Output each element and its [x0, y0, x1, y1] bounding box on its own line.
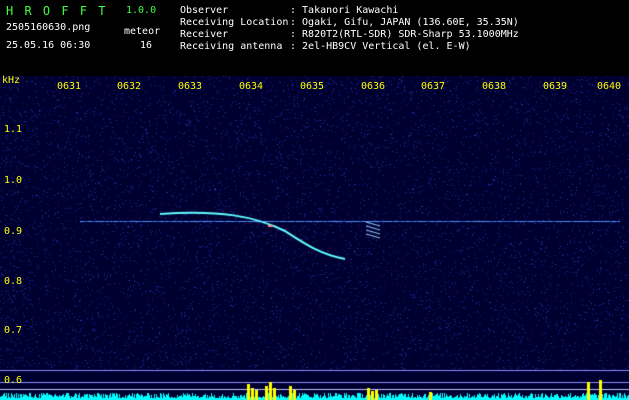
- spectrogram-plot: [0, 76, 629, 400]
- x-tick-label: 0634: [239, 81, 264, 92]
- y-tick-label: 0.8: [4, 276, 23, 287]
- location-value: : Ogaki, Gifu, JAPAN (136.60E, 35.35N): [290, 17, 519, 28]
- receiver-label: Receiver: [180, 29, 229, 40]
- counter-label: meteor: [124, 26, 161, 37]
- y-tick-label: 0.7: [4, 325, 23, 336]
- x-tick-label: 0635: [300, 81, 325, 92]
- x-tick-label: 0639: [543, 81, 568, 92]
- location-label: Receiving Location: [180, 17, 289, 28]
- y-axis-unit: kHz: [2, 75, 21, 86]
- x-tick-label: 0631: [57, 81, 82, 92]
- x-tick-label: 0632: [117, 81, 142, 92]
- x-tick-label: 0636: [361, 81, 386, 92]
- x-tick-label: 0640: [597, 81, 622, 92]
- y-tick-label: 0.9: [4, 226, 23, 237]
- x-tick-label: 0638: [482, 81, 507, 92]
- app-version: 1.0.0: [126, 5, 157, 16]
- hrofft-window: { "header": { "app_name": "H R O F F T",…: [0, 0, 629, 400]
- capture-datetime: 25.05.16 06:30: [6, 40, 91, 51]
- observer-value: : Takanori Kawachi: [290, 5, 399, 16]
- y-tick-label: 1.1: [4, 124, 23, 135]
- app-title: H R O F F T: [6, 4, 108, 18]
- observer-label: Observer: [180, 5, 229, 16]
- y-tick-label: 0.6: [4, 375, 23, 386]
- x-tick-label: 0633: [178, 81, 203, 92]
- antenna-label: Receiving antenna: [180, 41, 283, 52]
- file-name: 2505160630.png: [6, 22, 91, 33]
- antenna-value: : 2el-HB9CV Vertical (el. E-W): [290, 41, 471, 52]
- y-tick-label: 1.0: [4, 175, 23, 186]
- counter-value: 16: [140, 40, 153, 51]
- receiver-value: : R820T2(RTL-SDR) SDR-Sharp 53.1000MHz: [290, 29, 519, 40]
- x-tick-label: 0637: [421, 81, 446, 92]
